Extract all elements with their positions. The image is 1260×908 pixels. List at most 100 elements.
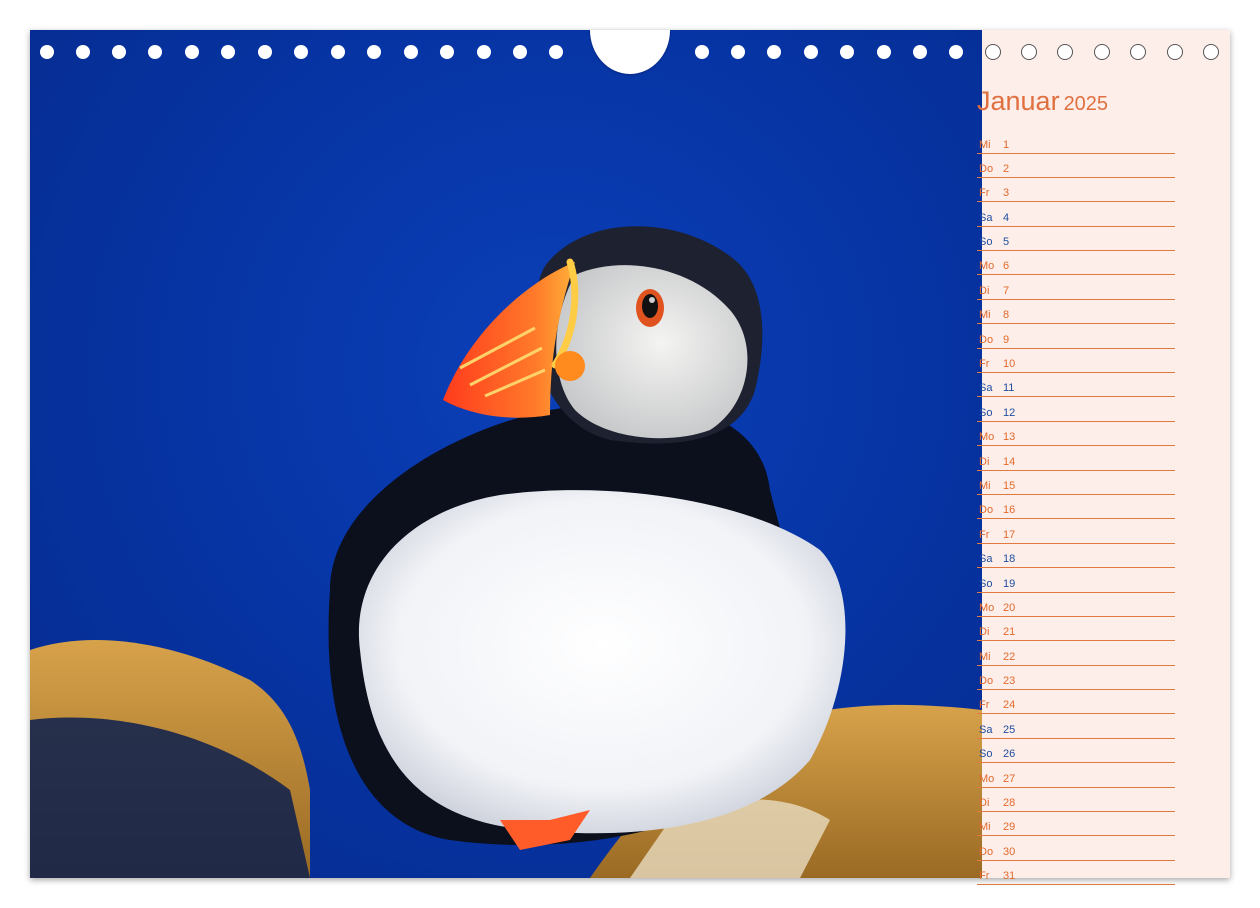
weekday-label: Fr (979, 699, 990, 712)
weekday-label: Fr (979, 187, 990, 200)
day-number: 21 (1003, 626, 1016, 639)
day-number: 3 (1003, 187, 1010, 200)
weekday-label: Di (979, 284, 990, 297)
day-row: Mi 29 (977, 813, 1175, 837)
weekday-label: So (979, 748, 993, 761)
day-row: Do 16 (977, 496, 1175, 520)
puffin-photo (30, 30, 982, 878)
day-number: 17 (1003, 528, 1016, 541)
day-row: Di 14 (977, 447, 1175, 471)
binding-hole (913, 45, 927, 59)
day-row: Fr 24 (977, 691, 1175, 715)
binding-hole (1094, 44, 1110, 60)
day-row: Mo 13 (977, 423, 1175, 447)
day-row: Mo 27 (977, 764, 1175, 788)
weekday-label: Mo (979, 260, 995, 273)
day-row: Fr 10 (977, 350, 1175, 374)
day-number: 29 (1003, 821, 1016, 834)
day-number: 27 (1003, 772, 1016, 785)
binding-hole (549, 45, 563, 59)
weekday-label: Di (979, 626, 990, 639)
month-title: Januar 2025 (977, 86, 1108, 117)
day-number: 13 (1003, 431, 1016, 444)
binding-hole (367, 45, 381, 59)
day-list: Mi 1 Do 2 Fr 3 Sa 4 So 5 Mo 6 Di 7 Mi 8 Do 9 Fr 10 Sa 11 So 12 M… (977, 130, 1175, 886)
day-row: Mi 8 (977, 301, 1175, 325)
day-number: 22 (1003, 650, 1016, 663)
day-number: 2 (1003, 162, 1010, 175)
day-row: Sa 18 (977, 545, 1175, 569)
calendar-page: Januar 2025 Mi 1 Do 2 Fr 3 Sa 4 So 5 Mo 6 Di 7 Mi 8 Do 9 Fr… (30, 30, 1230, 886)
day-number: 5 (1003, 236, 1010, 249)
binding-hole (148, 45, 162, 59)
binding-hole (76, 45, 90, 59)
binding-hole (221, 45, 235, 59)
day-row: Mo 6 (977, 252, 1175, 276)
binding-hole (877, 45, 891, 59)
weekday-label: Di (979, 455, 990, 468)
weekday-label: Fr (979, 358, 990, 371)
binding-hole (185, 45, 199, 59)
binding-hole (1057, 44, 1073, 60)
binding-hole (258, 45, 272, 59)
day-row: Mi 15 (977, 471, 1175, 495)
weekday-label: Fr (979, 870, 990, 883)
binding-hole (804, 45, 818, 59)
puffin-illustration (30, 226, 982, 878)
day-row: Di 7 (977, 276, 1175, 300)
month-name: Januar (977, 86, 1060, 116)
weekday-label: Do (979, 845, 994, 858)
day-number: 23 (1003, 675, 1016, 688)
weekday-label: Mo (979, 772, 995, 785)
binding-hole (1021, 44, 1037, 60)
day-number: 12 (1003, 406, 1016, 419)
weekday-label: Mi (979, 650, 991, 663)
binding-hole (840, 45, 854, 59)
day-number: 25 (1003, 723, 1016, 736)
day-row: Sa 4 (977, 203, 1175, 227)
weekday-label: Sa (979, 553, 993, 566)
binding-hole (949, 45, 963, 59)
day-number: 8 (1003, 309, 1010, 322)
weekday-label: So (979, 577, 993, 590)
weekday-label: Do (979, 675, 994, 688)
binding-hole (1203, 44, 1219, 60)
day-number: 30 (1003, 845, 1016, 858)
day-number: 9 (1003, 333, 1010, 346)
binding-hole (1167, 44, 1183, 60)
day-number: 14 (1003, 455, 1016, 468)
day-number: 26 (1003, 748, 1016, 761)
day-row: Di 28 (977, 789, 1175, 813)
weekday-label: Mi (979, 479, 991, 492)
binding-hole (1130, 44, 1146, 60)
day-row: Sa 25 (977, 715, 1175, 739)
weekday-label: Mo (979, 601, 995, 614)
weekday-label: Sa (979, 211, 993, 224)
day-row: So 26 (977, 740, 1175, 764)
day-row: Di 21 (977, 618, 1175, 642)
day-row: Mi 22 (977, 642, 1175, 666)
day-row: Do 9 (977, 325, 1175, 349)
day-row: Do 30 (977, 837, 1175, 861)
day-row: Fr 31 (977, 862, 1175, 886)
weekday-label: Do (979, 162, 994, 175)
weekday-label: Sa (979, 382, 993, 395)
binding-hole (294, 45, 308, 59)
binding-hole (112, 45, 126, 59)
weekday-label: Sa (979, 723, 993, 736)
weekday-label: Fr (979, 528, 990, 541)
weekday-label: Do (979, 504, 994, 517)
hanger-notch (590, 30, 670, 74)
weekday-label: Mi (979, 138, 991, 151)
day-row: So 19 (977, 569, 1175, 593)
year-label: 2025 (1063, 93, 1109, 115)
day-number: 16 (1003, 504, 1016, 517)
day-row: Do 23 (977, 667, 1175, 691)
day-row: Fr 3 (977, 179, 1175, 203)
weekday-label: Di (979, 797, 990, 810)
day-row: So 5 (977, 228, 1175, 252)
day-number: 4 (1003, 211, 1010, 224)
day-number: 6 (1003, 260, 1010, 273)
binding-hole (985, 44, 1001, 60)
day-number: 20 (1003, 601, 1016, 614)
